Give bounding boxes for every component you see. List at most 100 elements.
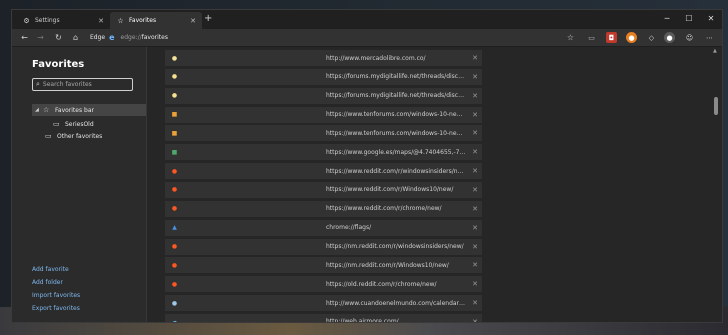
favorite-row[interactable]: ▲ chrome://flags/ ✕	[165, 219, 482, 236]
delete-icon[interactable]: ✕	[472, 111, 478, 119]
favorites-sidebar: Favorites ⌕ ◢ ☆ Favorites bar ▭ SeriesOl…	[12, 47, 147, 322]
favorites-list-pane: ● http://www.mercadolibre.com.co/ ✕ ● https:…	[147, 47, 722, 322]
favorite-row[interactable]: ● https://old.reddit.com/r/chrome/new/ ✕	[165, 276, 482, 293]
delete-icon[interactable]: ✕	[472, 299, 478, 307]
tree-item-favorites-bar[interactable]: ◢ ☆ Favorites bar	[32, 104, 146, 116]
close-window-button[interactable]: ✕	[700, 11, 722, 26]
close-icon[interactable]: ✕	[190, 17, 196, 25]
favorite-url: http://web.airmore.com/	[326, 318, 399, 323]
favorite-url: https://nm.reddit.com/r/windowsinsiders/…	[326, 243, 464, 250]
reddit-icon: ●	[171, 186, 178, 194]
scroll-up-arrow-icon[interactable]: ▲	[713, 48, 717, 54]
search-input[interactable]	[42, 81, 119, 88]
favorite-row[interactable]: ☁ http://web.airmore.com/ ✕	[165, 313, 482, 323]
favorite-row[interactable]: ● https://www.reddit.com/r/windowsinsider…	[165, 163, 482, 180]
url-prefix: edge://	[120, 34, 142, 41]
add-favorite-link[interactable]: Add favorite	[32, 266, 69, 273]
sidebar-title: Favorites	[32, 59, 85, 70]
extension-orange-icon[interactable]: ●	[626, 32, 637, 43]
tab-favorites[interactable]: ☆ Favorites ✕	[110, 12, 202, 29]
back-button[interactable]: ←	[18, 31, 31, 44]
star-icon: ☆	[117, 16, 124, 25]
delete-icon[interactable]: ✕	[472, 92, 478, 100]
favorite-url: http://www.mercadolibre.com.co/	[326, 54, 426, 62]
import-favorites-link[interactable]: Import favorites	[32, 292, 80, 299]
delete-icon[interactable]: ✕	[472, 186, 478, 194]
extension-screen-icon[interactable]: ▭	[586, 32, 597, 43]
favorite-row[interactable]: ● https://nm.reddit.com/r/windowsinsiders…	[165, 238, 482, 255]
delete-icon[interactable]: ✕	[472, 167, 478, 175]
window-controls: ─ ☐ ✕	[656, 11, 722, 26]
favorite-url: https://www.reddit.com/r/Windows10/new/	[326, 186, 454, 194]
edge-label: Edge	[90, 34, 106, 41]
browser-window: ⚙ Settings ✕ ☆ Favorites ✕ + ─ ☐ ✕ ← → ↻…	[11, 9, 723, 323]
favorite-star-icon[interactable]: ☆	[564, 31, 577, 44]
star-icon: ☆	[43, 106, 50, 114]
favorite-url: http://www.cuandoenelmundo.com/calendari…	[326, 299, 466, 307]
tree-item-seriesold[interactable]: ▭ SeriesOld	[53, 118, 94, 130]
favorite-url: https://www.tenforums.com/windows-10-new…	[326, 129, 466, 137]
folder-icon: ▭	[53, 120, 60, 128]
profile-avatar[interactable]: ●	[664, 32, 675, 43]
favorite-url: https://forums.mydigitallife.net/threads…	[326, 73, 466, 81]
delete-icon[interactable]: ✕	[472, 243, 478, 251]
tab-label: Settings	[35, 17, 60, 24]
windows-icon: ■	[171, 129, 178, 137]
expand-arrow-icon[interactable]: ◢	[35, 107, 43, 113]
favorite-row[interactable]: ■ https://www.tenforums.com/windows-10-ne…	[165, 125, 482, 142]
favorite-row[interactable]: ● https://www.reddit.com/r/Windows10/new/…	[165, 181, 482, 198]
close-icon[interactable]: ✕	[98, 17, 104, 25]
delete-icon[interactable]: ✕	[472, 261, 478, 269]
delete-icon[interactable]: ✕	[472, 224, 478, 232]
extension-diamond-icon[interactable]: ◇	[646, 32, 657, 43]
favorite-row[interactable]: ● https://nm.reddit.com/r/Windows10/new/ ✕	[165, 257, 482, 274]
search-icon: ⌕	[36, 80, 40, 88]
favorite-row[interactable]: ■ https://www.google.es/maps/@4.7404655,-…	[165, 144, 482, 161]
favorite-row[interactable]: ● https://forums.mydigitallife.net/thread…	[165, 68, 482, 85]
scrollbar[interactable]: ▲	[713, 48, 718, 318]
delete-icon[interactable]: ✕	[472, 280, 478, 288]
favorite-row[interactable]: ● http://www.cuandoenelmundo.com/calendar…	[165, 295, 482, 312]
delete-icon[interactable]: ✕	[472, 54, 478, 62]
search-box[interactable]: ⌕	[32, 78, 133, 91]
new-tab-button[interactable]: +	[204, 13, 212, 24]
address-bar[interactable]: Edge e edge:// favorites	[90, 31, 578, 44]
more-menu-icon[interactable]: ⋯	[704, 32, 715, 43]
feedback-smiley-icon[interactable]: ☺	[684, 32, 695, 43]
refresh-button[interactable]: ↻	[52, 31, 65, 44]
delete-icon[interactable]: ✕	[472, 318, 478, 322]
edge-logo-icon: e	[109, 33, 115, 42]
delete-icon[interactable]: ✕	[472, 73, 478, 81]
favorite-row[interactable]: ● http://www.mercadolibre.com.co/ ✕	[165, 50, 482, 66]
favorite-url: https://forums.mydigitallife.net/threads…	[326, 92, 466, 100]
tree-item-label: SeriesOld	[65, 120, 94, 128]
add-folder-link[interactable]: Add folder	[32, 279, 63, 286]
home-button[interactable]: ⌂	[69, 31, 82, 44]
yellow-site-icon: ●	[171, 54, 178, 62]
delete-icon[interactable]: ✕	[472, 148, 478, 156]
tree-item-label: Favorites bar	[55, 106, 94, 114]
forward-button[interactable]: →	[34, 31, 47, 44]
flask-icon: ▲	[172, 224, 177, 232]
tab-settings[interactable]: ⚙ Settings ✕	[16, 12, 110, 29]
minimize-button[interactable]: ─	[656, 11, 678, 26]
yellow-bulb-icon: ●	[171, 73, 178, 81]
favorite-row[interactable]: ● https://forums.mydigitallife.net/thread…	[165, 87, 482, 104]
scrollbar-thumb[interactable]	[714, 97, 718, 115]
extension-red-icon[interactable]: ◘	[606, 32, 617, 43]
favorite-url: https://old.reddit.com/r/chrome/new/	[326, 280, 437, 288]
export-favorites-link[interactable]: Export favorites	[32, 305, 80, 312]
delete-icon[interactable]: ✕	[472, 205, 478, 213]
tree-item-other-favorites[interactable]: ▭ Other favorites	[45, 130, 102, 142]
folder-icon: ▭	[45, 132, 52, 140]
favorite-row[interactable]: ■ https://www.tenforums.com/windows-10-ne…	[165, 106, 482, 123]
reddit-icon: ●	[171, 243, 178, 250]
favorite-row[interactable]: ● https://www.reddit.com/r/chrome/new/ ✕	[165, 200, 482, 217]
delete-icon[interactable]: ✕	[472, 129, 478, 137]
maximize-button[interactable]: ☐	[678, 11, 700, 26]
favorite-url: https://www.google.es/maps/@4.7404655,-7…	[326, 148, 466, 156]
cloud-icon: ☁	[171, 318, 178, 323]
tab-label: Favorites	[129, 17, 157, 24]
favorite-url: chrome://flags/	[326, 224, 372, 232]
windows-icon: ■	[171, 111, 178, 119]
